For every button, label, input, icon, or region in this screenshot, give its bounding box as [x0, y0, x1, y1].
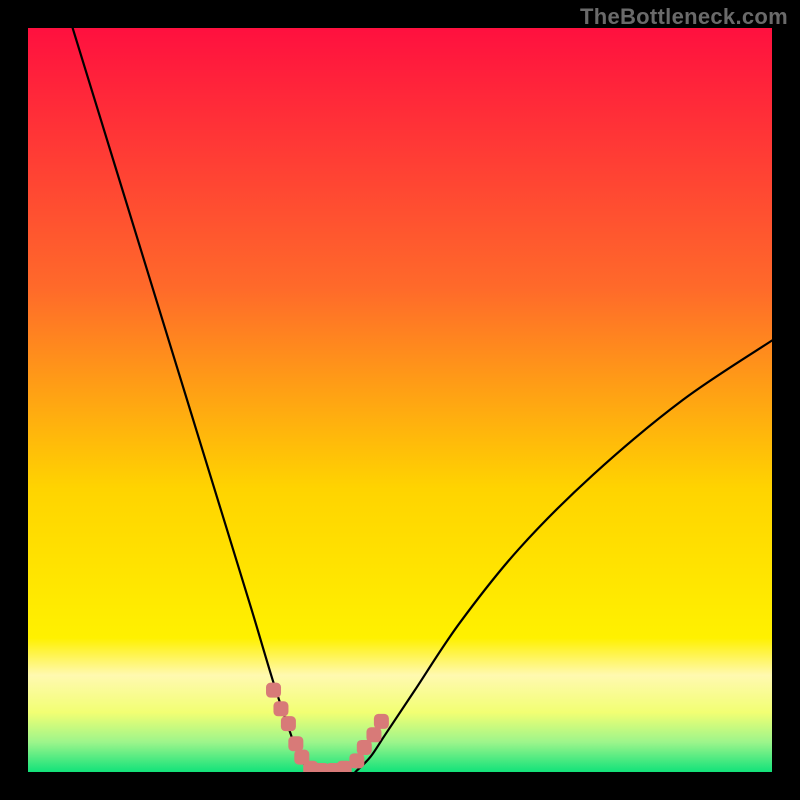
marker-point: [273, 701, 288, 716]
marker-point: [366, 727, 381, 742]
watermark-text: TheBottleneck.com: [580, 4, 788, 30]
chart-frame: TheBottleneck.com: [0, 0, 800, 800]
marker-point: [374, 714, 389, 729]
marker-point: [349, 753, 364, 768]
marker-point: [288, 736, 303, 751]
bottleneck-chart: [28, 28, 772, 772]
marker-point: [281, 716, 296, 731]
marker-point: [357, 740, 372, 755]
marker-point: [266, 683, 281, 698]
plot-background: [28, 28, 772, 772]
